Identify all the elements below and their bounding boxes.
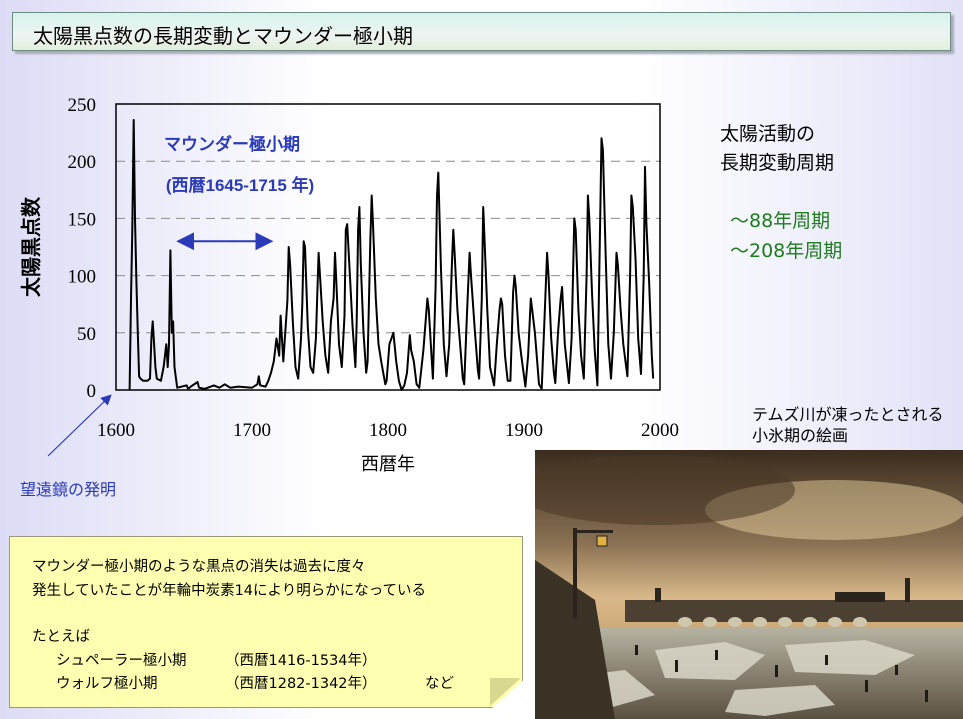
- telescope-label: 望遠鏡の発明: [20, 480, 117, 499]
- y-tick-label-0: 0: [87, 381, 97, 402]
- x-tick-label-1: 1700: [233, 420, 271, 441]
- sunspot-series-line-0: [128, 119, 655, 391]
- painting-caption-line2: 小氷期の絵画: [752, 426, 849, 445]
- y-tick-label-5: 250: [68, 95, 97, 116]
- note-line-5-name: ウォルフ極小期: [56, 676, 158, 692]
- note-line-4-name: シュペーラー極小期: [56, 653, 187, 669]
- note-line-4-range: （西暦1416-1534年）: [225, 653, 377, 669]
- note-line-1: マウンダー極小期のような黒点の消失は過去に度々: [32, 559, 366, 575]
- series-layer: [128, 119, 655, 391]
- y-tick-label-2: 100: [68, 267, 97, 288]
- note-box: マウンダー極小期のような黒点の消失は過去に度々 発生していたことが年輪中炭素14…: [9, 536, 523, 708]
- painting-caption-line1: テムズ川が凍ったとされる: [752, 405, 944, 424]
- x-axis-label: 西暦年: [361, 454, 415, 474]
- cycles-heading-line2: 長期変動周期: [720, 152, 835, 174]
- maunder-annotation-title: マウンダー極小期: [164, 134, 300, 154]
- cycles-heading-line1: 太陽活動の: [720, 123, 816, 145]
- x-tick-label-2: 1800: [369, 420, 407, 441]
- maunder-annotation-range: (西暦1645-1715 年): [166, 175, 314, 195]
- x-tick-label-3: 1900: [505, 420, 543, 441]
- x-tick-label-0: 1600: [97, 420, 135, 441]
- painting-caption: テムズ川が凍ったとされる 小氷期の絵画: [752, 404, 944, 446]
- y-axis-label: 太陽黒点数: [19, 196, 43, 297]
- y-tick-label-3: 150: [68, 209, 97, 230]
- y-tick-label-4: 200: [68, 152, 97, 173]
- y-tick-label-1: 50: [77, 324, 96, 345]
- frozen-thames-painting: [535, 450, 963, 719]
- x-tick-label-4: 2000: [641, 420, 679, 441]
- note-line-3: たとえば: [32, 629, 90, 645]
- cycle-208: ～208年周期: [730, 240, 843, 262]
- cycle-88: ～88年周期: [730, 210, 831, 232]
- note-line-5-range: （西暦1282-1342年）: [225, 676, 377, 692]
- note-line-2: 発生していたことが年輪中炭素14により明らかになっている: [32, 583, 426, 599]
- cycles-heading: 太陽活動の 長期変動周期: [720, 120, 834, 178]
- note-line-5-etc: など: [425, 676, 454, 692]
